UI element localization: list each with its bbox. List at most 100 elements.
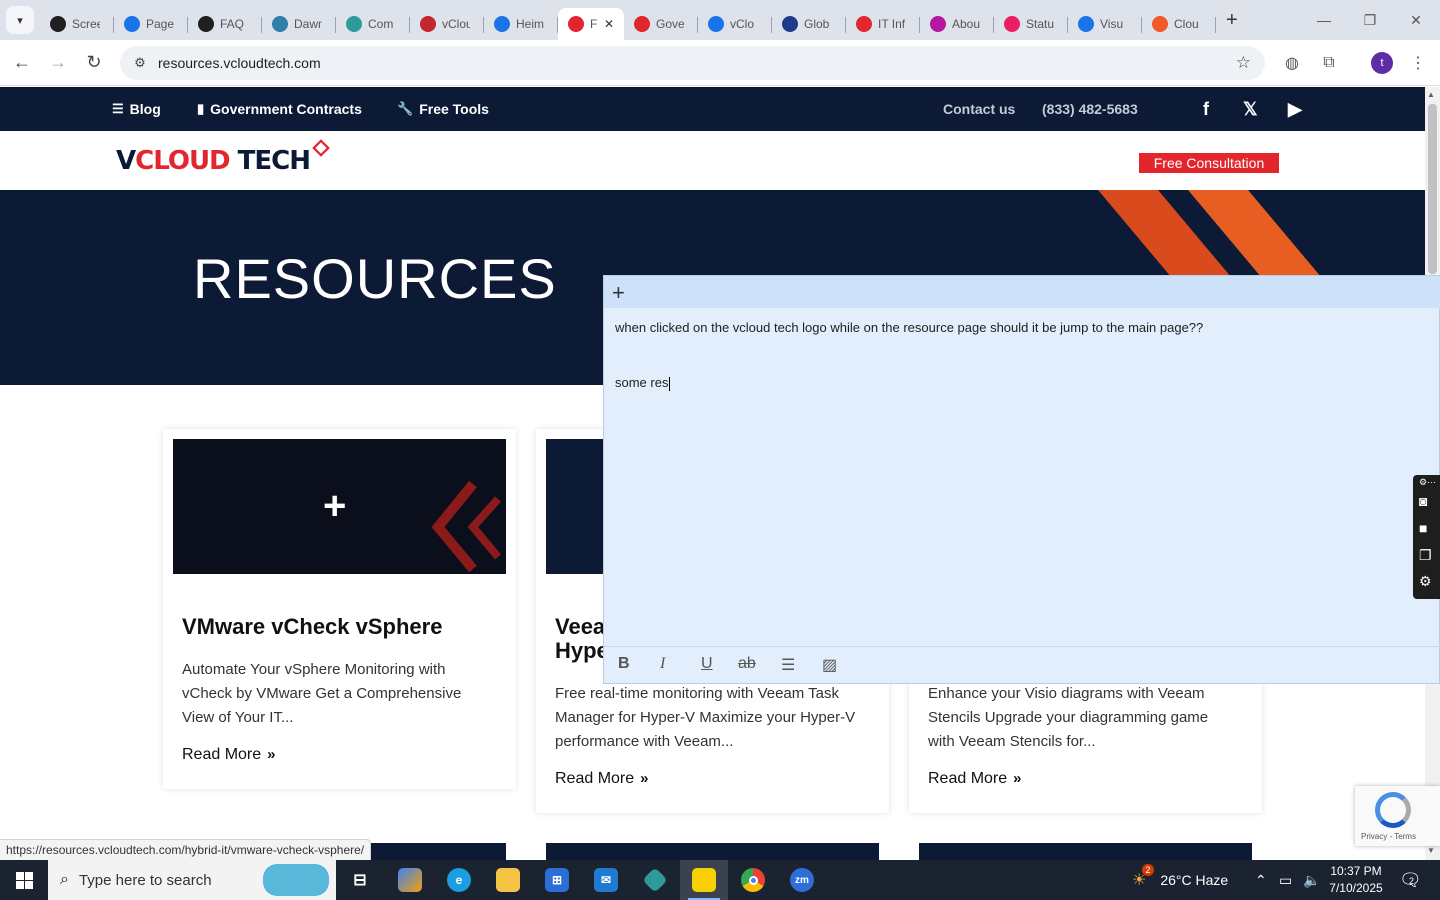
sticky-notes-app[interactable] [680, 860, 728, 900]
browser-menu-button[interactable]: ⋮ [1401, 46, 1435, 80]
browser-tab[interactable]: vClou [410, 8, 484, 40]
kebab-menu-icon: ⋮ [1410, 55, 1426, 72]
weather-widget[interactable]: ☀ 2 26°C Haze [1132, 860, 1228, 900]
restore-button[interactable]: ❐ [1347, 0, 1393, 40]
site-info-icon[interactable]: ⚙ [128, 55, 152, 71]
nav-government-contracts[interactable]: ▮ Government Contracts [197, 87, 362, 131]
browser-tab[interactable]: Visu [1068, 8, 1142, 40]
logo-diamond-icon [312, 139, 330, 157]
strikethrough-button[interactable]: ab [738, 655, 756, 673]
recaptcha-badge[interactable]: Privacy - Terms [1355, 786, 1440, 846]
browser-tab[interactable]: Dawn [262, 8, 336, 40]
browser-tab[interactable]: Gove [624, 8, 698, 40]
edge-app[interactable]: e [435, 860, 483, 900]
vcloud-tech-logo[interactable]: VCLOUD TECH [116, 139, 330, 181]
underline-button[interactable]: U [701, 655, 713, 673]
tab-title: Clou [1174, 17, 1199, 31]
globe-icon: ◍ [1285, 55, 1299, 72]
free-consultation-button[interactable]: Free Consultation [1139, 153, 1279, 173]
video-icon[interactable]: ■ [1419, 520, 1427, 536]
card-thumbnail[interactable] [546, 843, 879, 861]
profile-button[interactable]: t [1365, 46, 1399, 80]
browser-tab[interactable]: Screen [40, 8, 114, 40]
bullet-list-icon[interactable]: ☰ [781, 655, 795, 675]
recaptcha-terms[interactable]: Privacy - Terms [1361, 832, 1416, 841]
settings-gear-icon[interactable]: ⚙ [1419, 573, 1432, 590]
bold-button[interactable]: B [618, 655, 630, 673]
browser-tab[interactable]: vClo [698, 8, 772, 40]
network-icon[interactable]: ▭ [1279, 860, 1292, 900]
read-more-link[interactable]: Read More » [928, 770, 1022, 788]
tray-overflow-button[interactable]: ⌃ [1255, 860, 1267, 900]
close-window-button[interactable]: ✕ [1393, 0, 1439, 40]
browser-tab[interactable]: IT Inf [846, 8, 920, 40]
browser-tab[interactable]: F ✕ [558, 8, 624, 40]
reload-button[interactable]: ↻ [76, 45, 112, 81]
sticky-note-header[interactable]: + [604, 276, 1440, 308]
card-title[interactable]: VMware vCheck vSphere [182, 615, 442, 639]
address-bar[interactable]: ⚙ resources.vcloudtech.com ☆ [120, 46, 1265, 80]
read-more-link[interactable]: Read More » [182, 746, 276, 764]
card-title[interactable]: Veea Hype [555, 615, 609, 663]
note-current-text: some res [615, 375, 669, 390]
tab-search-button[interactable]: ▾ [6, 6, 34, 34]
camera-icon[interactable]: ◙ [1419, 493, 1427, 509]
note-text-line[interactable]: when clicked on the vcloud tech logo whi… [615, 320, 1203, 335]
mail-app[interactable]: ✉ [582, 860, 630, 900]
translate-button[interactable]: ◍ [1275, 46, 1309, 80]
start-button[interactable] [0, 860, 48, 900]
zoom-app[interactable]: zm [778, 860, 826, 900]
volume-icon[interactable]: 🔈 [1303, 860, 1320, 900]
note-text-line[interactable]: some res [615, 375, 671, 391]
browser-tab[interactable]: Page [114, 8, 188, 40]
x-twitter-icon[interactable]: 𝕏 [1243, 87, 1258, 131]
minimize-button[interactable]: — [1301, 0, 1347, 40]
copilot-app[interactable] [386, 860, 434, 900]
notification-center-button[interactable]: 🗨 2 [1399, 860, 1422, 900]
read-more-link[interactable]: Read More » [555, 770, 649, 788]
add-note-icon[interactable]: + [612, 280, 625, 306]
logo-tech: TECH [237, 146, 311, 176]
nav-free-tools[interactable]: 🔧 Free Tools [397, 87, 489, 131]
youtube-icon[interactable]: ▶ [1288, 87, 1302, 131]
note-format-toolbar: B I U ab ☰ ▨ [604, 646, 1440, 684]
edge-icon: e [447, 868, 471, 892]
new-tab-button[interactable]: + [1226, 9, 1238, 32]
browser-tab[interactable]: Glob [772, 8, 846, 40]
tab-close-icon[interactable]: ✕ [604, 17, 614, 31]
hexagon-app[interactable] [631, 860, 679, 900]
image-icon[interactable]: ▨ [822, 655, 837, 675]
browser-tab[interactable]: Statu [994, 8, 1068, 40]
scrollbar-thumb[interactable] [1428, 104, 1437, 274]
bookmark-star-icon[interactable]: ☆ [1236, 53, 1251, 73]
scales-icon [494, 16, 510, 32]
logo-cloud: CLOUD [135, 146, 231, 176]
browser-tab[interactable]: Com [336, 8, 410, 40]
browser-tab[interactable]: Abou [920, 8, 994, 40]
chrome-app[interactable] [729, 860, 777, 900]
facebook-icon[interactable]: f [1203, 87, 1209, 131]
resource-card[interactable]: + VMware vCheck vSphere Automate Your vS… [163, 429, 516, 789]
scroll-down-icon[interactable]: ▼ [1427, 846, 1435, 855]
scroll-up-icon[interactable]: ▲ [1427, 90, 1435, 99]
nav-blog[interactable]: ☰ Blog [112, 87, 161, 131]
browser-tab[interactable]: Clou [1142, 8, 1216, 40]
back-button[interactable]: ← [4, 45, 40, 81]
more-icon[interactable]: ⚙⋯ [1419, 477, 1436, 488]
file-explorer-app[interactable] [484, 860, 532, 900]
taskbar-clock[interactable]: 10:37 PM 7/10/2025 [1320, 863, 1392, 897]
read-more-label: Read More [555, 770, 635, 787]
card-thumbnail[interactable] [919, 843, 1252, 861]
forward-button[interactable]: → [40, 45, 76, 81]
card-thumbnail[interactable]: + [173, 439, 506, 574]
window-icon[interactable]: ❐ [1419, 547, 1432, 564]
task-view-button[interactable]: ⊟ [336, 860, 384, 900]
store-app[interactable]: ⊞ [533, 860, 581, 900]
italic-button[interactable]: I [660, 655, 665, 673]
browser-tab[interactable]: FAQ [188, 8, 262, 40]
nav-contact-us[interactable]: Contact us [943, 87, 1015, 131]
extensions-button[interactable]: ⧉ [1312, 46, 1346, 80]
browser-tab[interactable]: Heim [484, 8, 558, 40]
nav-phone[interactable]: (833) 482-5683 [1042, 87, 1138, 131]
taskbar-search[interactable]: ⌕ Type here to search [48, 860, 336, 900]
